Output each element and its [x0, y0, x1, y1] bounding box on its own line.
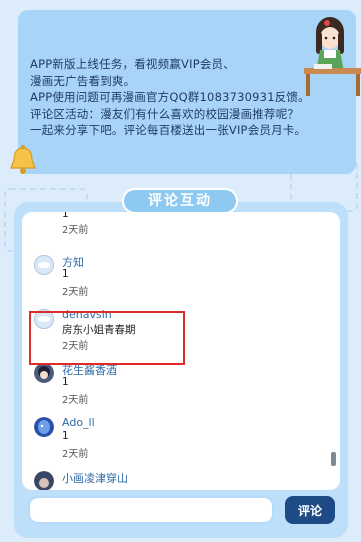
comment-time: 2天前 [62, 395, 89, 406]
comment-time: 2天前 [62, 225, 89, 236]
announcement-text: APP新版上线任务，看视频赢VIP会员、 漫画无广告看到爽。 APP使用问题可再… [30, 56, 354, 139]
bell-icon [10, 145, 36, 174]
user-avatar[interactable] [34, 417, 54, 437]
comment-text: 1 [62, 430, 69, 442]
comment-time: 2天前 [62, 287, 89, 298]
comment-list[interactable]: 1 2天前 方知 1 2天前 denavsin 房东小姐青春期 2天前 花生酱香… [22, 212, 340, 490]
user-avatar[interactable] [34, 363, 54, 383]
announcement-line: 评论区活动：漫友们有什么喜欢的校园漫画推荐呢？ [30, 106, 300, 121]
comment-text: 1 [62, 268, 69, 280]
comment-username[interactable]: denavsin [62, 308, 112, 321]
scrollbar-thumb[interactable] [331, 452, 336, 466]
comment-item: 小画凌津穿山 [22, 466, 322, 490]
announcement-panel: APP新版上线任务，看视频赢VIP会员、 漫画无广告看到爽。 APP使用问题可再… [18, 10, 361, 174]
submit-comment-button[interactable]: 评论 [285, 496, 335, 524]
comment-text: 房东小姐青春期 [62, 324, 136, 336]
announcement-line: APP新版上线任务，看视频赢VIP会员、 [30, 57, 235, 71]
comment-item: Ado_ll 1 2天前 [22, 412, 322, 464]
user-avatar[interactable] [34, 255, 54, 275]
comment-item: denavsin 房东小姐青春期 2天前 [22, 304, 322, 356]
comment-text: 1 [62, 376, 69, 388]
announcement-line: 一起来分享下吧。评论每百楼送出一张VIP会员月卡。 [30, 123, 307, 137]
comment-item: 方知 1 2天前 [22, 250, 322, 302]
comment-username[interactable]: 花生酱香酒 [62, 362, 117, 378]
user-avatar[interactable] [34, 471, 54, 490]
comment-username[interactable]: 小画凌津穿山 [62, 470, 128, 486]
announcement-line: 漫画无广告看到爽。 [30, 73, 136, 88]
comment-card: 1 2天前 方知 1 2天前 denavsin 房东小姐青春期 2天前 花生酱香… [14, 202, 348, 538]
comment-time: 2天前 [62, 341, 89, 352]
comment-item: 花生酱香酒 1 2天前 [22, 358, 322, 410]
user-avatar[interactable] [34, 309, 54, 329]
announcement-line: APP使用问题可再漫画官方QQ群1083730931反馈。 [30, 90, 310, 104]
comment-input[interactable] [28, 496, 274, 524]
comment-time: 2天前 [62, 449, 89, 460]
comment-item: 1 2天前 [22, 212, 322, 254]
comment-username[interactable]: Ado_ll [62, 416, 95, 429]
comment-text: 1 [62, 212, 69, 220]
section-title: 评论互动 [122, 188, 238, 214]
